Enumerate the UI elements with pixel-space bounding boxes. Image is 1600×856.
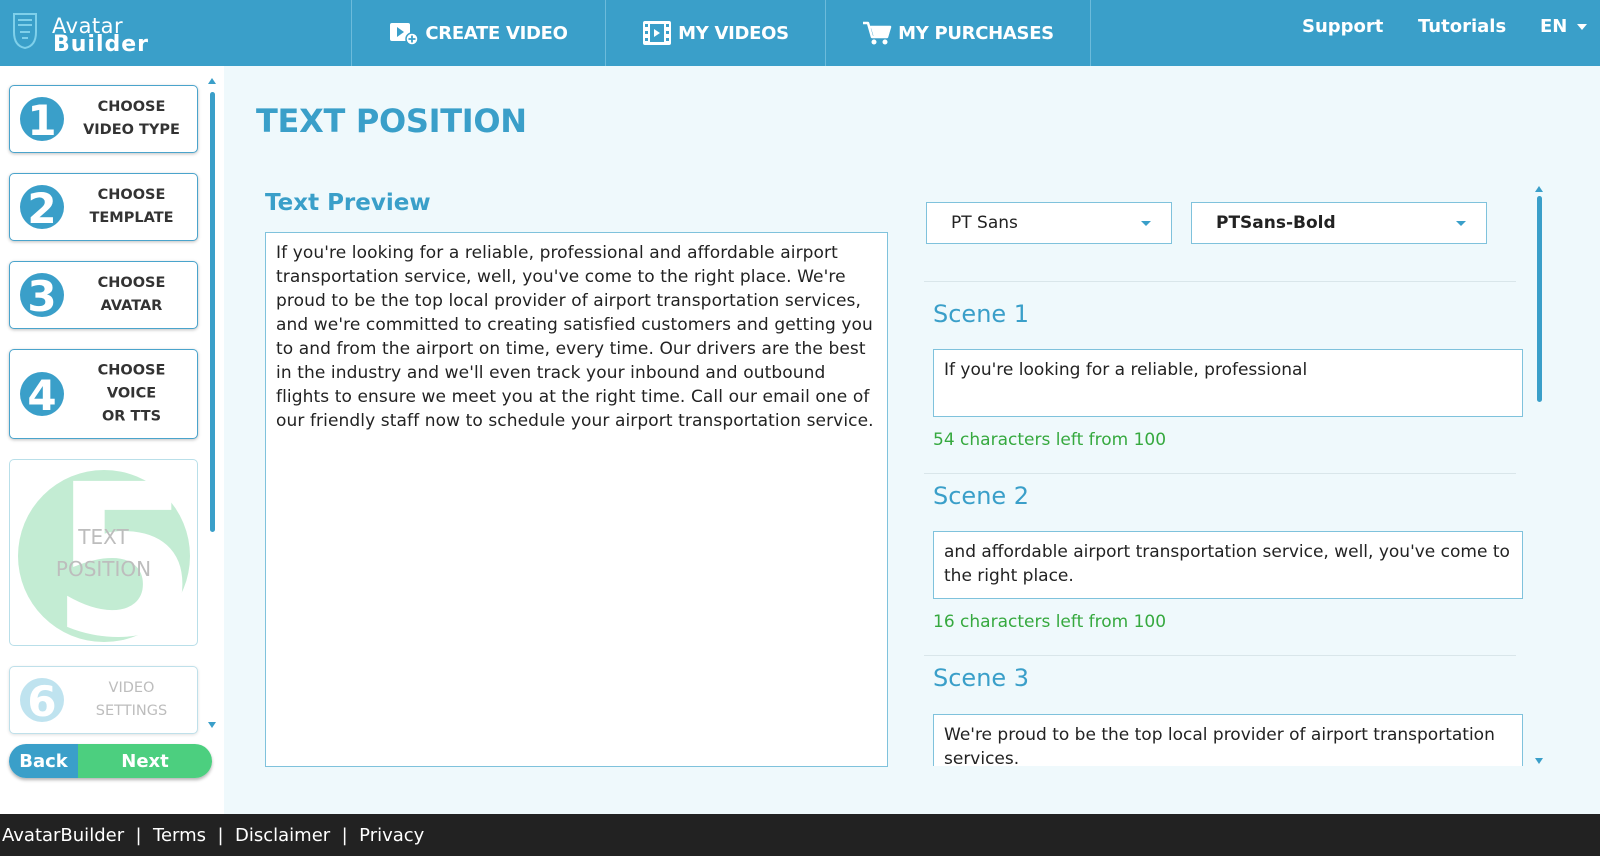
svg-text:6: 6 [27,677,56,724]
back-button[interactable]: Back [9,744,78,778]
step-label: CHOOSE VIDEO TYPE [83,99,180,138]
footer-separator: | [206,824,236,846]
tutorials-link[interactable]: Tutorials [1418,16,1506,37]
next-button[interactable]: Next [78,744,212,778]
nav-my-purchases-label: MY PURCHASES [898,22,1054,44]
nav-my-purchases[interactable]: MY PURCHASES [826,0,1090,66]
font-style-select[interactable]: PTSans-Bold [1191,202,1487,244]
step-3-number-icon: 3 [20,272,64,319]
step-label: CHOOSE VOICE OR TTS [97,362,166,425]
footer-privacy-link[interactable]: Privacy [359,825,424,846]
scene-editor-panel: PT Sans PTSans-Bold Scene 1 If you're lo… [924,186,1528,766]
step-label: CHOOSE AVATAR [97,275,166,314]
svg-text:1: 1 [27,96,56,143]
svg-text:3: 3 [27,272,56,319]
page-title: TEXT POSITION [256,102,527,140]
chevron-down-icon [1141,221,1151,226]
sidebar-scroll-down-icon[interactable] [208,722,216,728]
svg-text:4: 4 [27,371,56,418]
language-label: EN [1540,16,1568,37]
footer-separator: | [330,824,360,846]
footer-brand-link[interactable]: AvatarBuilder [2,825,124,846]
scene-3-title: Scene 3 [933,664,1030,692]
font-family-value: PT Sans [951,213,1018,233]
step-choose-voice-or-tts[interactable]: 4 CHOOSE VOICE OR TTS [9,349,198,439]
step-label: TEXT POSITION [55,524,152,581]
divider [924,473,1516,474]
step-label: CHOOSE TEMPLATE [89,187,174,226]
nav-my-videos-label: MY VIDEOS [678,22,789,44]
video-plus-icon [390,23,420,45]
scene-2-text-input[interactable]: and affordable airport transportation se… [933,531,1523,599]
scene-2-char-count: 16 characters left from 100 [933,612,1167,632]
svg-text:2: 2 [27,184,56,231]
panel-scroll-up-icon[interactable] [1535,186,1543,192]
sidebar-scroll-up-icon[interactable] [208,78,216,84]
scene-1-title: Scene 1 [933,300,1030,328]
divider [924,655,1516,656]
scene-1-text-input[interactable]: If you're looking for a reliable, profes… [933,349,1523,417]
footer-separator: | [124,824,154,846]
film-strip-icon [643,21,672,45]
shopping-cart-icon [863,21,892,45]
font-family-select[interactable]: PT Sans [926,202,1172,244]
step-text-position[interactable]: 5 TEXT POSITION [9,459,198,646]
nav-create-video-label: CREATE VIDEO [425,22,568,44]
nav-divider [1090,0,1091,66]
font-style-value: PTSans-Bold [1216,213,1336,233]
step-4-number-icon: 4 [20,371,64,418]
step-choose-template[interactable]: 2 CHOOSE TEMPLATE [9,173,198,241]
panel-scroll-down-icon[interactable] [1535,758,1543,764]
footer-terms-link[interactable]: Terms [153,825,206,846]
step-1-number-icon: 1 [20,96,64,143]
sidebar-scrollbar-thumb[interactable] [210,92,215,532]
text-preview-title: Text Preview [265,190,431,216]
step-6-number-icon: 6 [20,677,64,724]
avatar-face-logo-icon [13,13,37,50]
step-choose-video-type[interactable]: 1 CHOOSE VIDEO TYPE [9,85,198,153]
top-navigation-bar: Avatar Builder CREATE VIDEO MY VIDEOS MY… [0,0,1600,66]
footer: AvatarBuilder | Terms | Disclaimer | Pri… [0,814,1600,856]
scene-2-title: Scene 2 [933,482,1030,510]
footer-disclaimer-link[interactable]: Disclaimer [235,825,330,846]
chevron-down-icon [1456,221,1466,226]
wizard-nav-buttons: Back Next [9,744,212,778]
step-label: VIDEO SETTINGS [95,680,168,719]
logo-text-line2: Builder [53,32,150,57]
step-2-number-icon: 2 [20,184,64,231]
avatar-builder-logo[interactable]: Avatar Builder [10,8,170,58]
scene-1-char-count: 54 characters left from 100 [933,430,1167,450]
nav-create-video[interactable]: CREATE VIDEO [352,0,605,66]
nav-my-videos[interactable]: MY VIDEOS [606,0,825,66]
panel-scrollbar-thumb[interactable] [1537,196,1542,402]
language-selector[interactable]: EN [1540,16,1588,37]
step-video-settings[interactable]: 6 VIDEO SETTINGS [9,666,198,734]
scene-3-text-input[interactable]: We're proud to be the top local provider… [933,714,1523,766]
support-link[interactable]: Support [1302,16,1383,37]
text-preview-box: If you're looking for a reliable, profes… [265,232,888,767]
chevron-down-icon [1577,23,1588,30]
wizard-steps-sidebar: 1 CHOOSE VIDEO TYPE 2 CHOOSE TEMPLATE 3 … [0,66,224,814]
divider [924,281,1516,282]
step-choose-avatar[interactable]: 3 CHOOSE AVATAR [9,261,198,329]
